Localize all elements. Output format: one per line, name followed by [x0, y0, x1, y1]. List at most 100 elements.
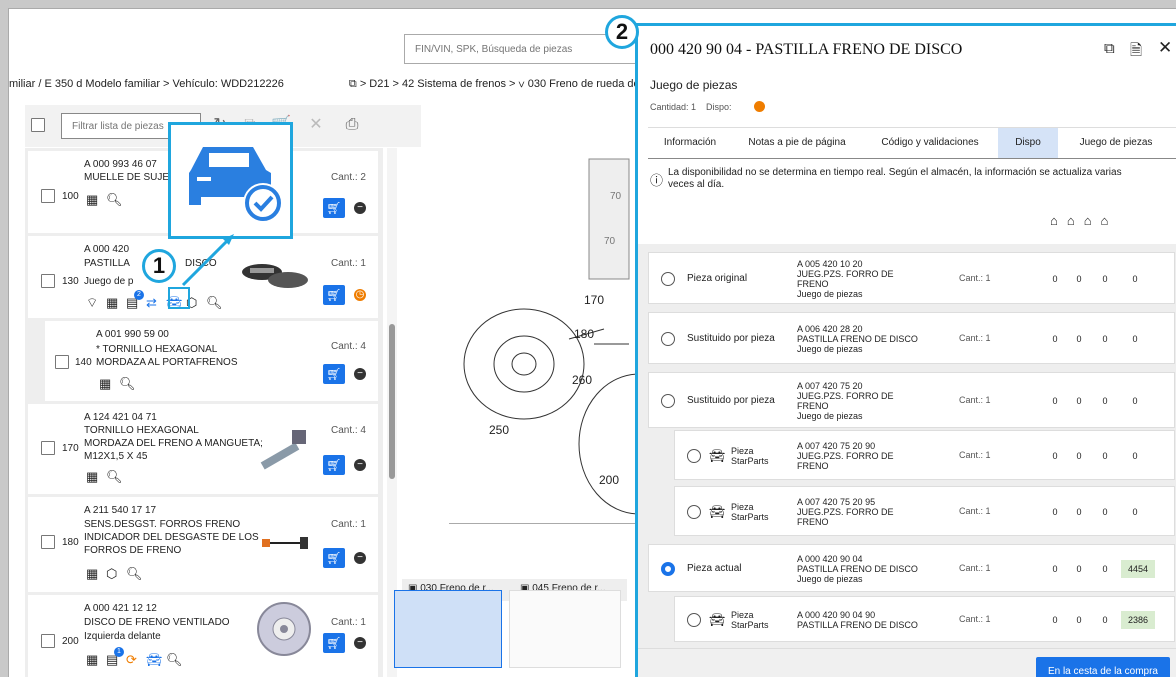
item-checkbox[interactable] [41, 535, 55, 549]
row-part: A 005 420 10 20 JUEG.PZS. FORRO DE FRENO Ju… [797, 259, 894, 299]
replace-icon[interactable]: ⟳ [126, 653, 137, 667]
zoom-icon[interactable]: 🔍︎ [106, 193, 123, 207]
tab-informacion[interactable]: Información [650, 128, 730, 158]
dispo-row[interactable]: 🚘︎ Pieza StarParts A 007 420 75 20 90 JUEG.P… [674, 430, 1175, 480]
dispo-label: Dispo: [706, 102, 732, 112]
brake-disc-image [257, 602, 311, 656]
select-radio[interactable] [661, 332, 675, 346]
add-to-cart-button[interactable]: 🛒︎ [323, 548, 345, 568]
part-desc-2: MORDAZA DEL FRENO A MANGUETA; [84, 438, 263, 449]
list-item[interactable]: A 001 990 59 00 * TORNILLO HEXAGONAL 140… [45, 321, 378, 401]
zoom-icon[interactable]: 🔍︎ [126, 567, 143, 581]
replace-icon[interactable]: ⇄ [146, 296, 157, 310]
breadcrumb-vehicle[interactable]: miliar / E 350 d Modelo familiar > Vehíc… [9, 78, 284, 90]
thumbnail-045[interactable] [509, 590, 621, 668]
dispo-row[interactable]: Pieza actual A 000 420 90 04 PASTILLA FREN… [648, 544, 1175, 592]
availability-status: − [354, 459, 366, 471]
select-all-checkbox[interactable] [31, 118, 45, 132]
grid-icon[interactable]: ▦ [86, 193, 98, 207]
part-number: A 001 990 59 00 [96, 329, 169, 340]
part-desc-3: M12X1,5 X 45 [84, 451, 148, 462]
breadcrumb-path[interactable]: > D21 > 42 Sistema de frenos > ∨ 030 Fre… [360, 78, 640, 90]
part-desc-2: Izquierda delante [84, 631, 161, 642]
stock-value: 0 [1102, 334, 1108, 344]
grid-icon[interactable]: ▦ [86, 653, 98, 667]
list-item[interactable]: A 211 540 17 17 SENS.DESGST. FORROS FREN… [28, 497, 378, 592]
select-radio[interactable] [661, 394, 675, 408]
zoom-icon[interactable]: 🔍︎ [106, 470, 123, 484]
quantity: Cant.: 4 [330, 425, 366, 436]
row-quantity: Cant.: 1 [959, 395, 991, 405]
wifi-icon[interactable]: ⌔ [86, 296, 98, 310]
tab-notas[interactable]: Notas a pie de página [742, 128, 852, 158]
grid-icon[interactable]: ▦ [99, 377, 111, 391]
position: 100 [62, 191, 79, 202]
box-icon[interactable]: ⬡ [106, 567, 117, 581]
car-check-icon [189, 147, 283, 223]
thumbnail-030[interactable] [394, 590, 502, 668]
add-to-cart-button[interactable]: 🛒︎ [323, 285, 345, 305]
select-radio[interactable] [661, 562, 675, 576]
breadcrumb[interactable]: miliar / E 350 d Modelo familiar > Vehíc… [9, 71, 649, 97]
part-desc-2: INDICADOR DEL DESGASTE DE LOS [84, 532, 259, 543]
part-desc: MUELLE DE SUJEC [84, 172, 177, 183]
tab-dispo[interactable]: Dispo [998, 128, 1058, 158]
doc-icon[interactable]: 🗎︎ [1130, 40, 1142, 65]
panel-subtitle: Juego de piezas [650, 78, 738, 92]
row-label: Pieza StarParts [731, 446, 769, 466]
select-radio[interactable] [687, 449, 701, 463]
grid-icon[interactable]: ▦ [86, 470, 98, 484]
list-item[interactable]: A 000 421 12 12 DISCO DE FRENO VENTILADO… [28, 595, 378, 677]
add-to-cart-button[interactable]: 🛒︎ [323, 364, 345, 384]
select-radio[interactable] [687, 505, 701, 519]
zoom-icon[interactable]: 🔍︎ [166, 653, 183, 667]
quantity: Cant.: 4 [330, 341, 366, 352]
add-to-cart-button[interactable]: 🛒︎ [323, 633, 345, 653]
list-scrollbar-thumb[interactable] [389, 324, 395, 479]
zoom-icon[interactable]: 🔍︎ [119, 377, 136, 391]
close-icon[interactable]: ✕ [1158, 38, 1172, 58]
copy-icon[interactable]: ⧉ [349, 78, 357, 90]
popout-icon[interactable]: ⧉ [1104, 40, 1115, 57]
dispo-row[interactable]: Pieza original A 005 420 10 20 JUEG.PZS. F… [648, 252, 1175, 304]
item-checkbox[interactable] [55, 355, 69, 369]
clock-icon [754, 101, 765, 112]
tab-juego[interactable]: Juego de piezas [1066, 128, 1166, 158]
car-check-icon[interactable]: 🚘︎ [146, 653, 163, 667]
dispo-row[interactable]: 🚘︎ Pieza StarParts A 000 420 90 04 90 PASTIL… [674, 596, 1175, 642]
bolt-image [260, 430, 306, 470]
dispo-row[interactable]: Sustituido por pieza A 007 420 75 20 JUEG.… [648, 372, 1175, 428]
pdf-icon[interactable]: ⎙ [343, 115, 361, 135]
pin-icon[interactable]: ✕ [307, 115, 325, 135]
add-to-basket-button[interactable]: En la cesta de la compra [1035, 657, 1170, 677]
label-200: 200 [599, 473, 619, 487]
item-checkbox[interactable] [41, 634, 55, 648]
item-checkbox[interactable] [41, 441, 55, 455]
zoom-icon[interactable]: 🔍︎ [206, 296, 223, 310]
grid-icon[interactable]: ▦ [86, 567, 98, 581]
item-checkbox[interactable] [41, 189, 55, 203]
item-checkbox[interactable] [41, 274, 55, 288]
row-part: A 007 420 75 20 JUEG.PZS. FORRO DE FRENO Ju… [797, 381, 894, 421]
clock-status-icon: ◷ [354, 289, 366, 301]
search-input[interactable] [404, 34, 639, 64]
stock-value: 0 [1076, 396, 1082, 406]
row-part: A 006 420 28 20 PASTILLA FRENO DE DISCO Ju… [797, 324, 918, 354]
add-to-cart-button[interactable]: 🛒︎ [323, 198, 345, 218]
dispo-row[interactable]: Sustituido por pieza A 006 420 28 20 PASTI… [648, 312, 1175, 364]
exploded-diagram[interactable]: 70 70 170 180 260 250 200 [404, 114, 639, 524]
stock-value: 2386 [1121, 611, 1155, 629]
availability-status: − [354, 368, 366, 380]
add-to-cart-button[interactable]: 🛒︎ [323, 455, 345, 475]
row-part: A 000 420 90 04 90 PASTILLA FRENO DE DISC… [797, 610, 918, 630]
dispo-row[interactable]: 🚘︎ Pieza StarParts A 007 420 75 20 95 JUEG.P… [674, 486, 1175, 536]
row-label: Pieza StarParts [731, 502, 769, 522]
tab-codigo[interactable]: Código y validaciones [870, 128, 990, 158]
availability-status: − [354, 202, 366, 214]
part-number: A 000 421 12 12 [84, 603, 157, 614]
row-quantity: Cant.: 1 [959, 563, 991, 573]
grid-icon[interactable]: ▦ [106, 296, 118, 310]
select-radio[interactable] [661, 272, 675, 286]
select-radio[interactable] [687, 613, 701, 627]
list-item[interactable]: A 124 421 04 71 TORNILLO HEXAGONAL 170 M… [28, 404, 378, 494]
